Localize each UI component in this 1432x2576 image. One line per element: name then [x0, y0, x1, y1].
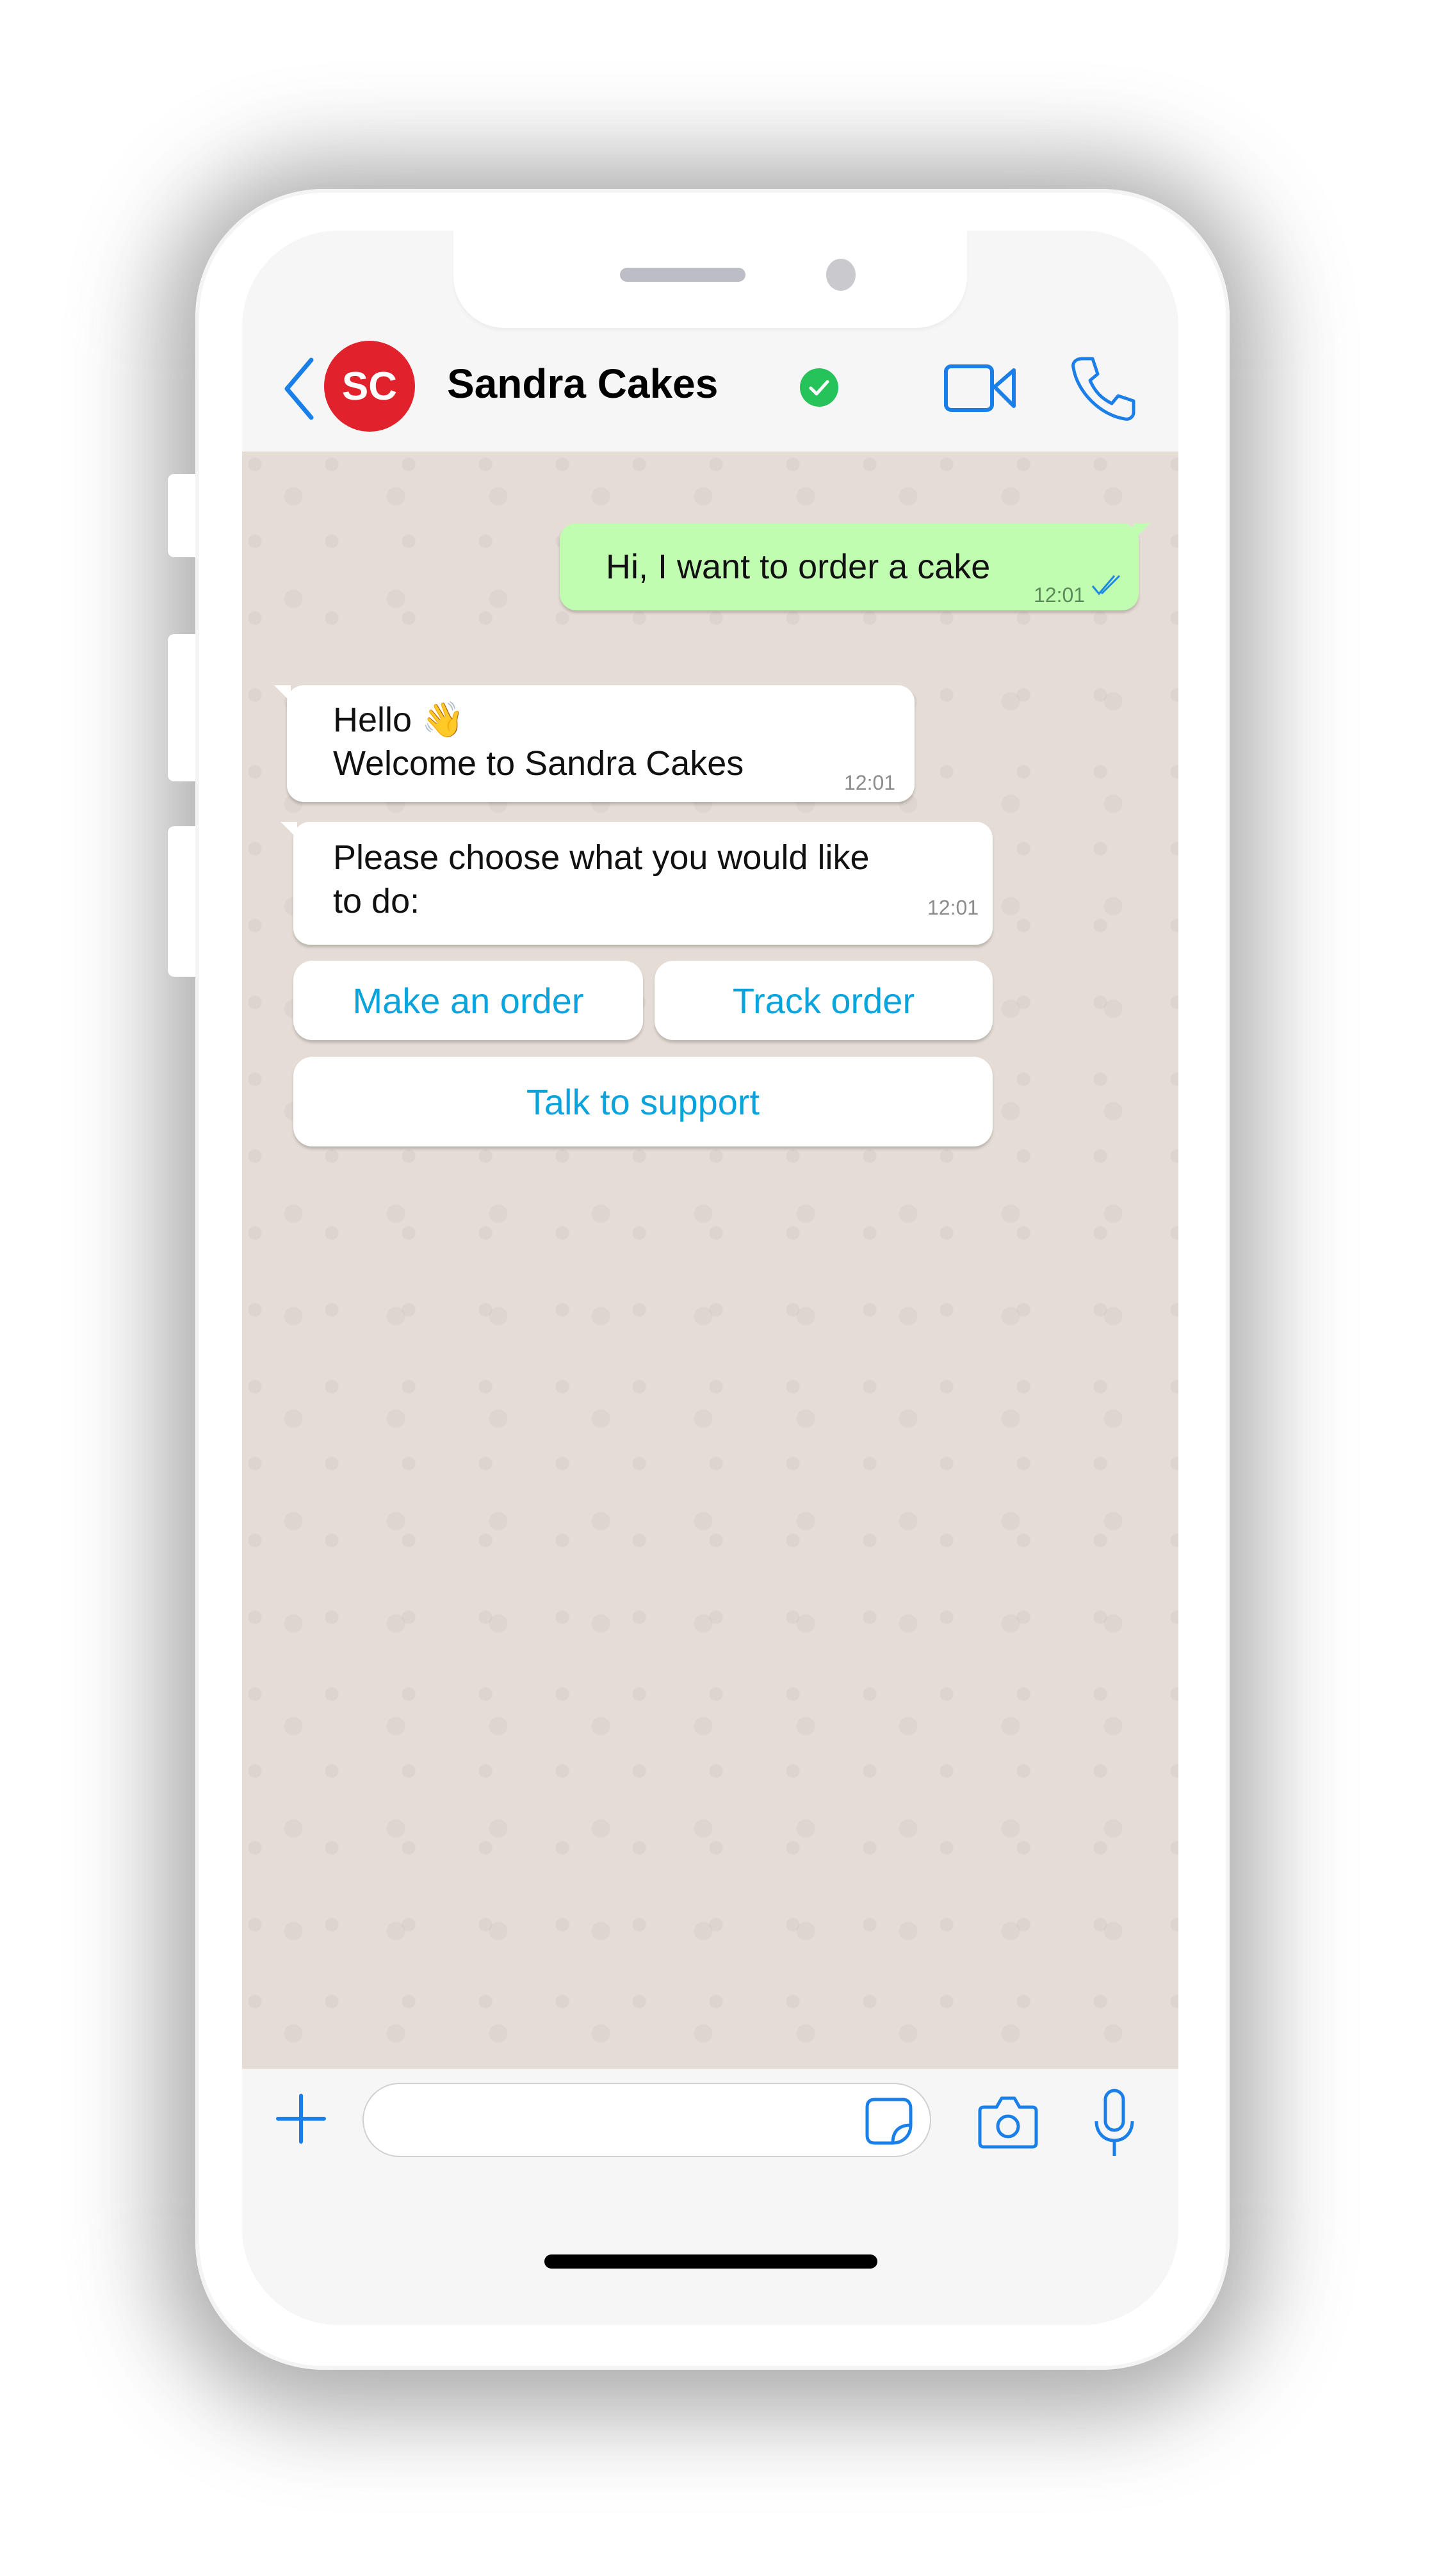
quick-reply-make-order[interactable]: Make an order [293, 961, 643, 1040]
device-speaker [620, 268, 745, 282]
phone-screen: SC Sandra Cakes Hi, I want to order a ca… [242, 231, 1178, 2325]
quick-reply-track-order[interactable]: Track order [655, 961, 993, 1040]
device-notch [453, 231, 967, 328]
camera-icon[interactable] [977, 2094, 1039, 2149]
device-front-camera [826, 259, 856, 291]
phone-call-icon[interactable] [1068, 354, 1139, 424]
quick-reply-talk-to-support[interactable]: Talk to support [293, 1057, 993, 1146]
message-text: Hi, I want to order a cake [606, 548, 991, 586]
bubble-tail [274, 685, 291, 702]
bubble-tail [1134, 523, 1150, 540]
verified-badge-icon [800, 368, 838, 407]
message-time: 12:01 [927, 896, 979, 919]
message-line: Hello 👋 [333, 701, 465, 739]
microphone-icon[interactable] [1089, 2088, 1140, 2158]
composer-bar [242, 2069, 1178, 2325]
video-call-icon[interactable] [943, 363, 1018, 414]
message-incoming[interactable]: Hello 👋 Welcome to Sandra Cakes 12:01 [274, 685, 915, 802]
home-indicator[interactable] [544, 2254, 877, 2269]
message-time: 12:01 [844, 771, 896, 794]
avatar[interactable]: SC [324, 341, 415, 432]
avatar-initials: SC [341, 364, 398, 409]
message-incoming[interactable]: Please choose what you would like to do:… [281, 822, 993, 945]
sticker-icon[interactable] [863, 2096, 915, 2147]
chat-header: SC Sandra Cakes [242, 328, 1178, 452]
message-time: 12:01 [1034, 583, 1086, 607]
message-line: Welcome to Sandra Cakes [333, 744, 744, 783]
message-input[interactable] [362, 2083, 931, 2157]
message-line: Please choose what you would like [333, 838, 870, 877]
bubble-tail [281, 822, 297, 838]
plus-icon[interactable] [275, 2093, 327, 2144]
back-chevron-icon[interactable] [279, 354, 324, 424]
chat-area[interactable]: Hi, I want to order a cake 12:01 Hello 👋… [242, 452, 1178, 2069]
contact-name[interactable]: Sandra Cakes [447, 360, 718, 407]
read-ticks-icon [1091, 575, 1121, 596]
message-outgoing[interactable]: Hi, I want to order a cake 12:01 [560, 523, 1150, 610]
message-line: to do: [333, 882, 420, 920]
